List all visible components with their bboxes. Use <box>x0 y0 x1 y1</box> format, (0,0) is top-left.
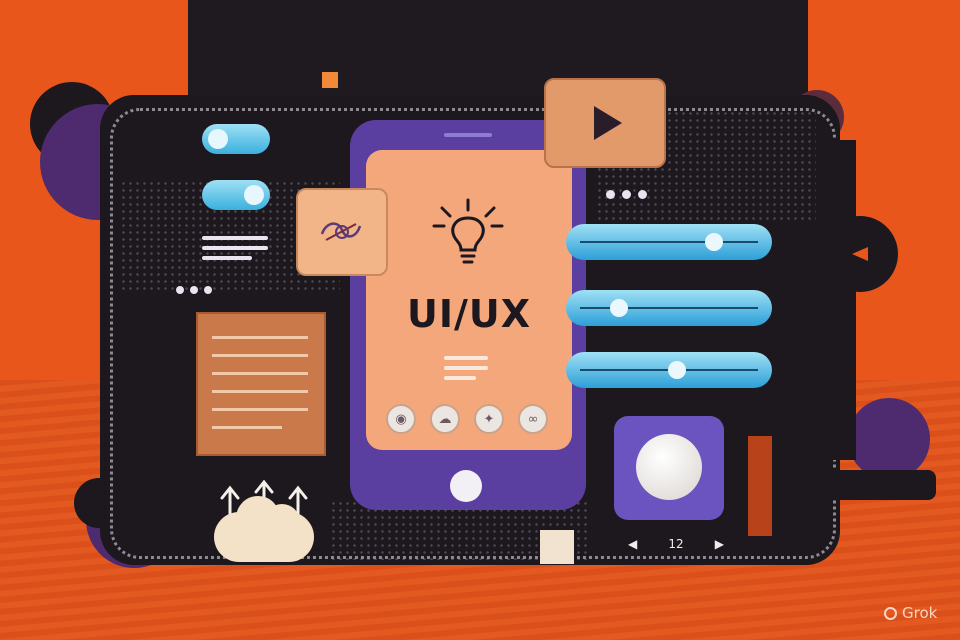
text-line <box>202 236 268 240</box>
screen-text-line <box>444 376 476 380</box>
slider-thumb[interactable] <box>668 361 686 379</box>
screen-text-line <box>444 356 488 360</box>
slider-track <box>580 307 758 309</box>
side-panel <box>816 140 856 460</box>
orange-square <box>322 72 338 88</box>
dot <box>190 286 198 294</box>
dot <box>176 286 184 294</box>
text-line <box>202 256 252 260</box>
play-icon <box>594 106 622 140</box>
toggle-knob <box>208 129 228 149</box>
slider-2[interactable] <box>566 290 772 326</box>
home-button[interactable] <box>450 470 482 502</box>
play-left-icon <box>852 247 868 261</box>
slider-1[interactable] <box>566 224 772 260</box>
text-line <box>202 246 268 250</box>
notepad-card <box>196 312 326 456</box>
decor-pillar <box>748 436 772 536</box>
dot <box>606 190 615 199</box>
note-line <box>212 336 308 339</box>
video-card[interactable] <box>544 78 666 168</box>
decor-ledge <box>780 470 936 500</box>
round-media-button[interactable] <box>822 216 898 292</box>
headline: UI/UX <box>406 292 532 336</box>
slider-thumb[interactable] <box>704 233 723 251</box>
sketch-card[interactable] <box>296 188 388 276</box>
decor-circle <box>848 398 930 480</box>
note-line <box>212 408 308 411</box>
note-line <box>212 426 282 429</box>
slider-3[interactable] <box>566 352 772 388</box>
backdrop-panel <box>188 0 808 100</box>
note-line <box>212 354 308 357</box>
media-counter: 12 <box>668 537 684 551</box>
note-line <box>212 390 308 393</box>
media-controls: ◀ 12 ▶ <box>628 534 724 554</box>
cloud-button-icon[interactable]: ☁ <box>430 404 460 434</box>
dial-knob[interactable] <box>636 434 702 500</box>
dial-card <box>614 416 724 520</box>
dot <box>638 190 647 199</box>
prev-icon[interactable]: ◀ <box>628 537 637 551</box>
sketch-icon <box>320 222 362 241</box>
screen-text-line <box>444 366 488 370</box>
toggle-knob <box>244 185 264 205</box>
toggle-switch-2[interactable] <box>202 180 270 210</box>
next-icon[interactable]: ▶ <box>715 537 724 551</box>
toggle-switch-1[interactable] <box>202 124 270 154</box>
dot <box>622 190 631 199</box>
grok-logo-icon <box>884 606 897 620</box>
slider-thumb[interactable] <box>610 299 629 317</box>
link-icon[interactable]: ∞ <box>518 404 548 434</box>
eye-icon[interactable]: ◉ <box>386 404 416 434</box>
star-icon[interactable]: ✦ <box>474 404 504 434</box>
note-line <box>212 372 308 375</box>
dot <box>204 286 212 294</box>
watermark-text: Grok <box>902 604 938 622</box>
watermark: Grok <box>884 604 937 622</box>
phone-speaker <box>444 133 492 137</box>
small-square <box>540 530 574 564</box>
cloud-puff <box>264 504 300 540</box>
lightbulb-icon <box>432 198 504 264</box>
slider-track <box>580 241 758 243</box>
